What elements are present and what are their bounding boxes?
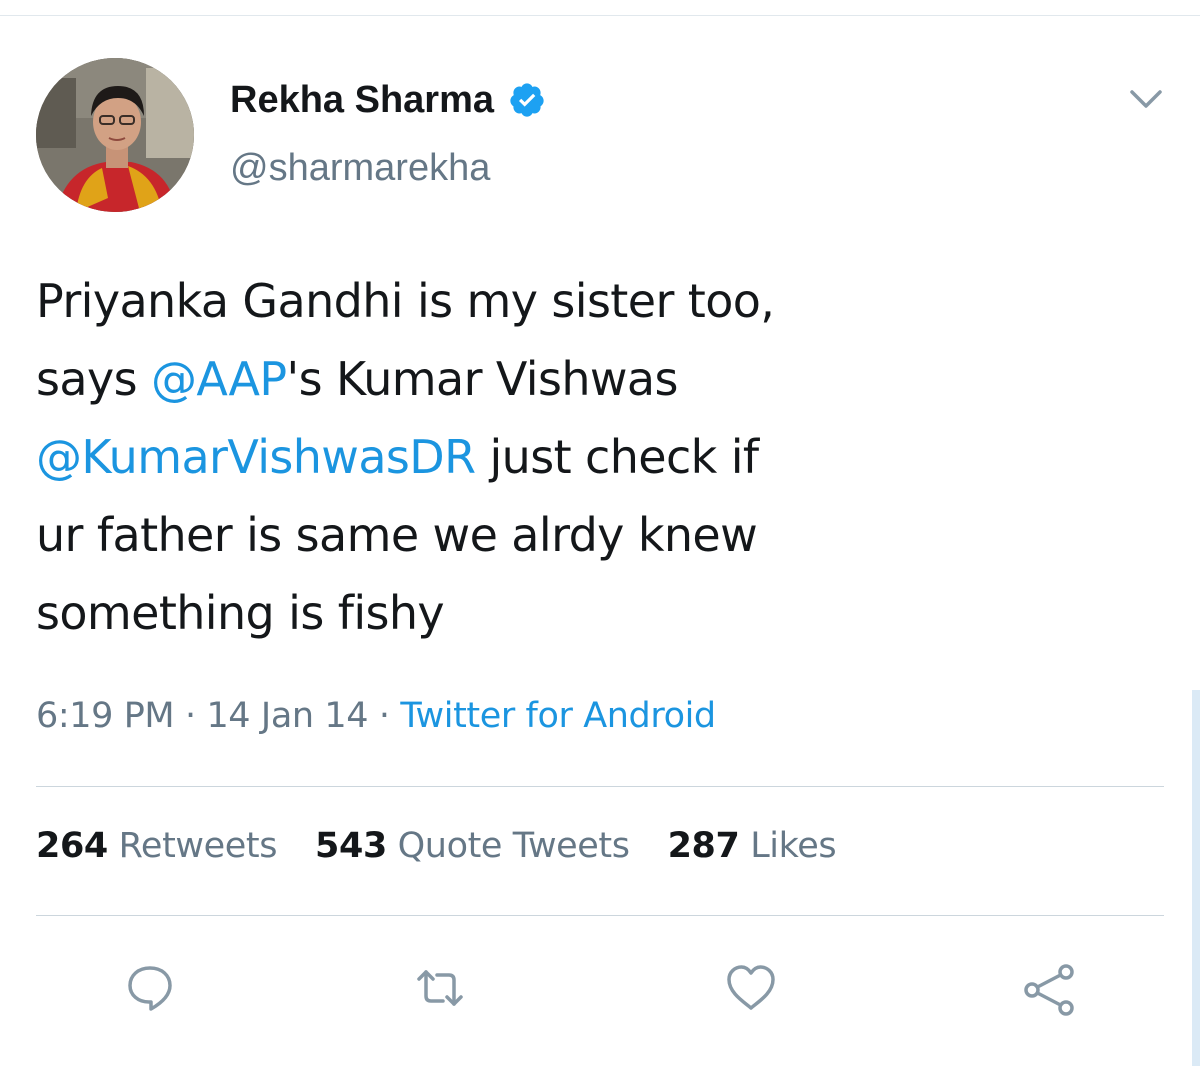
divider xyxy=(36,786,1164,787)
tweet-text-line: ur father is same we alrdy knew xyxy=(36,496,1166,574)
like-icon[interactable] xyxy=(724,962,776,1014)
tweet-date[interactable]: 14 Jan 14 xyxy=(206,696,368,736)
avatar[interactable] xyxy=(36,58,194,212)
stat-count: 287 xyxy=(667,826,740,866)
reply-icon[interactable] xyxy=(124,962,176,1014)
scrollbar[interactable] xyxy=(1192,690,1200,1066)
tweet-text-line: Priyanka Gandhi is my sister too, xyxy=(36,262,1166,340)
retweet-icon[interactable] xyxy=(414,962,466,1014)
verified-badge-icon xyxy=(508,81,546,119)
tweet-text: Priyanka Gandhi is my sister too, says @A… xyxy=(36,262,1166,652)
author-handle[interactable]: @sharmarekha xyxy=(230,147,490,190)
stat-label: Retweets xyxy=(107,826,278,866)
divider xyxy=(36,915,1164,916)
chevron-down-icon[interactable] xyxy=(1126,84,1166,112)
mention-link[interactable]: @KumarVishwasDR xyxy=(36,430,476,484)
tweet-source-link[interactable]: Twitter for Android xyxy=(400,696,716,736)
share-icon[interactable] xyxy=(1022,962,1074,1016)
stat-retweets[interactable]: 264 Retweets xyxy=(36,826,277,866)
tweet-time[interactable]: 6:19 PM xyxy=(36,696,175,736)
tweet-text-segment: Priyanka Gandhi is my sister too, xyxy=(36,274,775,328)
tweet-text-line: @KumarVishwasDR just check if xyxy=(36,418,1166,496)
stat-label: Quote Tweets xyxy=(386,826,630,866)
tweet-text-line: something is fishy xyxy=(36,574,1166,652)
top-divider xyxy=(0,0,1200,16)
meta-separator: · xyxy=(378,696,390,736)
author-name-row[interactable]: Rekha Sharma xyxy=(230,70,546,130)
stat-label: Likes xyxy=(739,826,837,866)
tweet-meta: 6:19 PM · 14 Jan 14 · Twitter for Androi… xyxy=(36,696,716,736)
tweet-text-line: says @AAP's Kumar Vishwas xyxy=(36,340,1166,418)
tweet-text-segment: something is fishy xyxy=(36,586,445,640)
tweet-stats: 264 Retweets 543 Quote Tweets 287 Likes xyxy=(36,826,874,866)
tweet-text-segment: 's Kumar Vishwas xyxy=(286,352,679,406)
stat-quote-tweets[interactable]: 543 Quote Tweets xyxy=(315,826,630,866)
meta-separator: · xyxy=(184,696,196,736)
tweet-text-segment: says xyxy=(36,352,151,406)
tweet-text-segment: ur father is same we alrdy knew xyxy=(36,508,758,562)
stat-count: 264 xyxy=(36,826,108,866)
stat-count: 543 xyxy=(315,826,387,866)
tweet-text-segment: just check if xyxy=(475,430,759,484)
avatar-photo xyxy=(36,58,194,212)
mention-link[interactable]: @AAP xyxy=(151,352,287,406)
stat-likes[interactable]: 287 Likes xyxy=(668,826,837,866)
author-display-name[interactable]: Rekha Sharma xyxy=(230,79,494,122)
